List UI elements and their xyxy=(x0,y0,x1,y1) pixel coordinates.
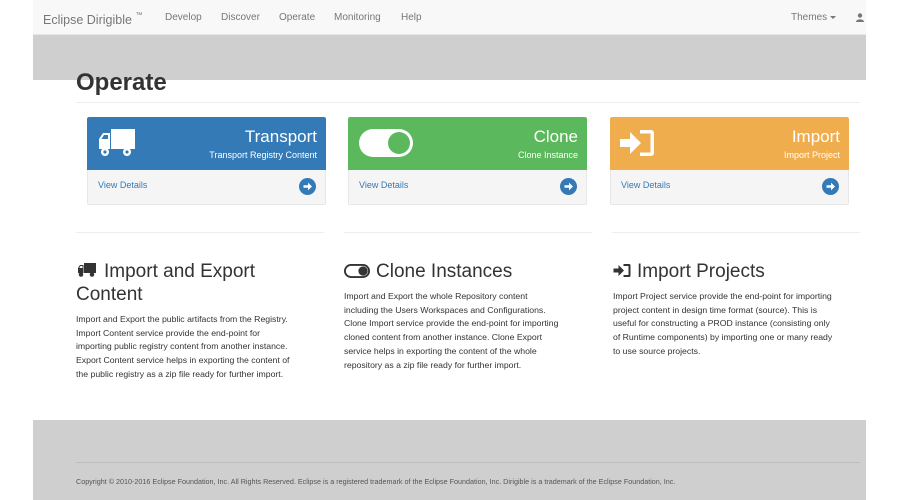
nav-item-develop[interactable]: Develop xyxy=(165,0,202,35)
body-line: project content in design time format (s… xyxy=(613,304,818,315)
body-line: of Runtime components) by importing one … xyxy=(613,332,833,343)
body-line: Clone Import service provide the end-poi… xyxy=(344,318,559,329)
themes-dropdown[interactable]: Themes xyxy=(791,0,837,35)
body-line: Import Project service provide the end-p… xyxy=(613,291,832,301)
import-panel-heading: Import Import Project xyxy=(610,117,849,170)
body-line: Import and Export the public artifacts f… xyxy=(76,314,288,324)
footer-divider xyxy=(76,462,860,463)
nav-item-discover[interactable]: Discover xyxy=(221,0,260,35)
clone-panel-heading: Clone Clone Instance xyxy=(348,117,587,170)
body-line: Import and Export the whole Repository c… xyxy=(344,291,528,301)
clone-subtitle: Clone Instance xyxy=(517,150,578,160)
section-body-import-projects: Import Project service provide the end-p… xyxy=(613,290,865,359)
clone-title: Clone xyxy=(533,127,578,146)
themes-label: Themes xyxy=(791,12,828,23)
brand-trademark: ™ xyxy=(135,12,143,19)
section-title-line2: Content xyxy=(76,284,143,305)
transport-panel-heading: Transport Transport Registry Content xyxy=(87,117,326,170)
body-line: Export Content service helps in exportin… xyxy=(76,355,290,366)
truck-icon xyxy=(76,261,104,282)
section-title-import-projects: Import Projects xyxy=(613,260,863,283)
section-divider xyxy=(344,232,592,233)
brand-name: Eclipse Dirigible xyxy=(43,13,132,28)
nav-item-monitoring[interactable]: Monitoring xyxy=(334,0,381,35)
body-line: the public registry as a zip file ready … xyxy=(76,368,284,379)
body-line: Import Content service provide the end-p… xyxy=(76,327,260,338)
section-body-import-export: Import and Export the public artifacts f… xyxy=(76,313,326,382)
arrow-right-circle-icon[interactable] xyxy=(299,178,316,195)
import-view-details-link[interactable]: View Details xyxy=(621,180,670,190)
sign-in-icon xyxy=(619,128,655,163)
section-divider xyxy=(612,232,860,233)
top-navbar: Eclipse Dirigible ™ Develop Discover Ope… xyxy=(33,0,866,35)
import-panel[interactable]: Import Import Project View Details xyxy=(610,117,849,205)
body-line: cloned content from another instance. Cl… xyxy=(344,332,542,343)
import-title: Import xyxy=(791,127,840,146)
clone-panel[interactable]: Clone Clone Instance View Details xyxy=(348,117,587,205)
transport-panel-footer: View Details xyxy=(87,170,326,205)
caret-down-icon xyxy=(830,15,837,19)
body-line: repository as a zip file ready for furth… xyxy=(344,359,522,370)
section-body-clone-instances: Import and Export the whole Repository c… xyxy=(344,290,594,372)
section-title-import-export: Import and Export Content xyxy=(76,260,326,306)
nav-item-help[interactable]: Help xyxy=(401,0,422,35)
body-line: including the Users Workspaces and Confi… xyxy=(344,304,546,315)
section-title-text: Import Projects xyxy=(637,261,765,282)
section-divider xyxy=(76,232,324,233)
page-title: Operate xyxy=(76,69,167,96)
section-title-clone-instances: Clone Instances xyxy=(344,260,594,283)
body-line: to use source projects. xyxy=(613,345,701,356)
transport-panel[interactable]: Transport Transport Registry Content Vie… xyxy=(87,117,326,205)
body-line: importing public registry content from a… xyxy=(76,341,288,352)
body-line: useful for constructing a PROD instance … xyxy=(613,318,830,329)
body-line: service helps in exporting the content o… xyxy=(344,345,537,356)
import-subtitle: Import Project xyxy=(783,150,840,160)
toggle-icon xyxy=(358,128,414,163)
import-panel-footer: View Details xyxy=(610,170,849,205)
arrow-right-circle-icon[interactable] xyxy=(822,178,839,195)
transport-title: Transport xyxy=(244,127,317,146)
user-icon[interactable] xyxy=(856,13,864,25)
clone-panel-footer: View Details xyxy=(348,170,587,205)
transport-subtitle: Transport Registry Content xyxy=(209,150,317,160)
footer-copyright: Copyright © 2010-2016 Eclipse Foundation… xyxy=(76,477,676,486)
brand-logo[interactable]: Eclipse Dirigible ™ xyxy=(43,0,142,38)
toggle-icon xyxy=(344,261,376,282)
nav-item-operate[interactable]: Operate xyxy=(279,0,315,35)
sign-in-icon xyxy=(613,261,637,282)
clone-view-details-link[interactable]: View Details xyxy=(359,180,408,190)
transport-view-details-link[interactable]: View Details xyxy=(98,180,147,190)
section-title-line1: Import and Export xyxy=(104,261,256,282)
page-footer: Copyright © 2010-2016 Eclipse Foundation… xyxy=(33,420,866,500)
section-title-text: Clone Instances xyxy=(376,261,513,282)
title-divider xyxy=(76,102,860,103)
truck-icon xyxy=(97,127,137,164)
arrow-right-circle-icon[interactable] xyxy=(560,178,577,195)
